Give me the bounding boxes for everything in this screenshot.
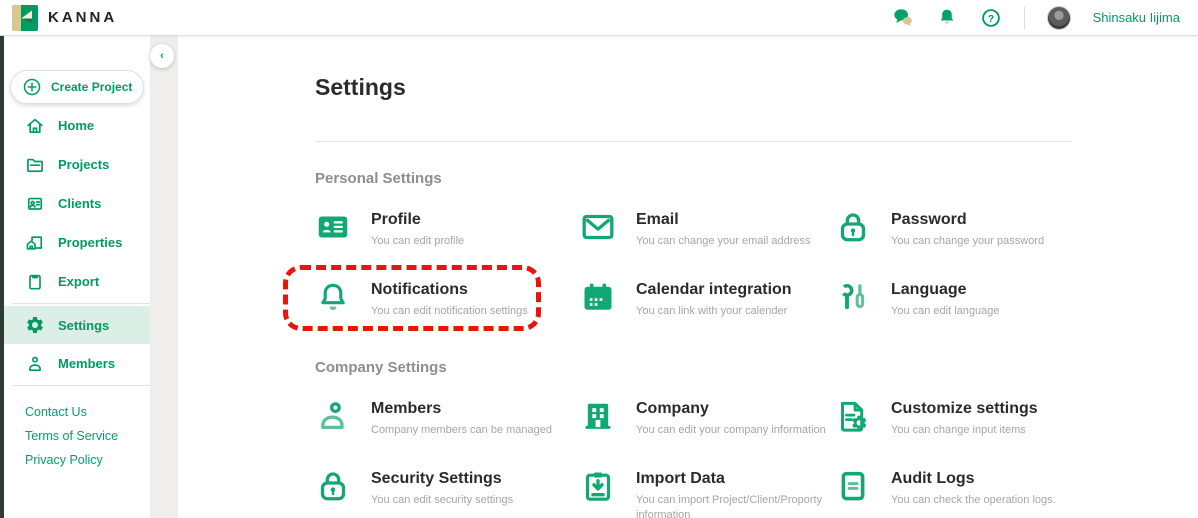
sidebar-collapse-button[interactable]: ‹ [150, 44, 174, 68]
card-title: Audit Logs [891, 469, 1056, 488]
import-clipboard-icon [580, 468, 616, 504]
settings-card-security-settings[interactable]: Security Settings You can edit security … [315, 466, 580, 512]
settings-card-profile[interactable]: Profile You can edit profile [315, 207, 580, 253]
card-title: Customize settings [891, 399, 1038, 418]
member-person-icon [315, 398, 351, 434]
sidebar-item-label: Export [58, 274, 99, 289]
settings-card-password[interactable]: Password You can change your password [835, 207, 1072, 253]
sidebar-divider [12, 385, 150, 386]
email-icon [580, 209, 616, 245]
card-subtitle: You can edit security settings [371, 493, 513, 508]
sidebar-item-label: Settings [58, 318, 109, 333]
sidebar-item-label: Home [58, 118, 94, 133]
sidebar-item-label: Projects [58, 157, 109, 172]
top-bar: KANNA ? Shinsaku Iijima [0, 0, 1198, 36]
chat-icon[interactable] [892, 7, 914, 29]
personal-settings-grid: Profile You can edit profile Email You c… [315, 207, 1072, 323]
plus-circle-icon [22, 77, 42, 97]
card-title: Import Data [636, 469, 835, 488]
card-title: Password [891, 210, 1044, 229]
sidebar-item-projects[interactable]: Projects [4, 145, 150, 184]
sidebar-item-label: Properties [58, 235, 122, 250]
link-terms-of-service[interactable]: Terms of Service [4, 424, 150, 448]
bell-icon [315, 279, 351, 315]
user-name[interactable]: Shinsaku Iijima [1093, 10, 1180, 25]
tools-icon [835, 279, 871, 315]
kanna-logo-icon [12, 5, 38, 31]
settings-card-notifications[interactable]: Notifications You can edit notification … [315, 277, 580, 323]
company-settings-grid: Members Company members can be managed [315, 396, 1072, 512]
create-project-label: Create Project [51, 80, 132, 94]
topbar-divider [1024, 7, 1025, 29]
card-subtitle: You can edit profile [371, 234, 464, 249]
settings-card-email[interactable]: Email You can change your email address [580, 207, 835, 253]
section-title-company: Company Settings [315, 359, 1072, 376]
sidebar-gap [150, 36, 178, 518]
security-lock-icon [315, 468, 351, 504]
card-subtitle: You can link with your calender [636, 304, 792, 319]
folder-icon [25, 155, 45, 175]
document-gear-icon [835, 398, 871, 434]
building-icon [580, 398, 616, 434]
settings-card-import-data[interactable]: Import Data You can import Project/Clien… [580, 466, 835, 512]
card-subtitle: You can check the operation logs. [891, 493, 1056, 508]
sidebar: Create Project Home Projects [4, 36, 150, 518]
brand-name: KANNA [48, 9, 117, 26]
card-title: Profile [371, 210, 464, 229]
section-title-personal: Personal Settings [315, 170, 1072, 187]
client-card-icon [25, 194, 45, 214]
card-subtitle: You can change your password [891, 234, 1044, 249]
card-title: Members [371, 399, 552, 418]
sidebar-item-label: Clients [58, 196, 101, 211]
svg-text:?: ? [987, 12, 993, 24]
card-subtitle: You can import Project/Client/Proporty i… [636, 493, 835, 518]
profile-card-icon [315, 209, 351, 245]
sidebar-item-export[interactable]: Export [4, 262, 150, 301]
settings-card-language[interactable]: Language You can edit language [835, 277, 1072, 323]
card-subtitle: You can edit notification settings [371, 304, 528, 319]
user-avatar[interactable] [1047, 6, 1071, 30]
settings-card-customize-settings[interactable]: Customize settings You can change input … [835, 396, 1072, 442]
card-subtitle: Company members can be managed [371, 423, 552, 438]
create-project-button[interactable]: Create Project [10, 70, 144, 104]
property-house-icon [25, 233, 45, 253]
card-subtitle: You can edit your company information [636, 423, 826, 438]
link-privacy-policy[interactable]: Privacy Policy [4, 448, 150, 472]
person-icon [25, 354, 45, 374]
gear-icon [25, 315, 45, 335]
title-divider [315, 141, 1072, 142]
settings-card-company[interactable]: Company You can edit your company inform… [580, 396, 835, 442]
sidebar-item-settings[interactable]: Settings [4, 306, 150, 344]
page-title: Settings [315, 74, 1072, 101]
card-subtitle: You can change input items [891, 423, 1038, 438]
notifications-bell-icon[interactable] [936, 7, 958, 29]
help-icon[interactable]: ? [980, 7, 1002, 29]
sidebar-item-members[interactable]: Members [4, 344, 150, 383]
sidebar-divider [12, 303, 150, 304]
card-title: Security Settings [371, 469, 513, 488]
brand-logo[interactable]: KANNA [12, 5, 117, 31]
lock-icon [835, 209, 871, 245]
link-contact-us[interactable]: Contact Us [4, 400, 150, 424]
settings-card-audit-logs[interactable]: Audit Logs You can check the operation l… [835, 466, 1072, 512]
card-title: Calendar integration [636, 280, 792, 299]
card-title: Notifications [371, 280, 528, 299]
settings-card-members[interactable]: Members Company members can be managed [315, 396, 580, 442]
sidebar-item-properties[interactable]: Properties [4, 223, 150, 262]
log-document-icon [835, 468, 871, 504]
calendar-icon [580, 279, 616, 315]
card-subtitle: You can edit language [891, 304, 999, 319]
home-icon [25, 116, 45, 136]
sidebar-item-clients[interactable]: Clients [4, 184, 150, 223]
card-title: Company [636, 399, 826, 418]
card-title: Email [636, 210, 811, 229]
card-title: Language [891, 280, 999, 299]
export-file-icon [25, 272, 45, 292]
sidebar-item-home[interactable]: Home [4, 106, 150, 145]
sidebar-item-label: Members [58, 356, 115, 371]
settings-page: Settings Personal Settings Profile [178, 36, 1198, 518]
card-subtitle: You can change your email address [636, 234, 811, 249]
settings-card-calendar-integration[interactable]: Calendar integration You can link with y… [580, 277, 835, 323]
